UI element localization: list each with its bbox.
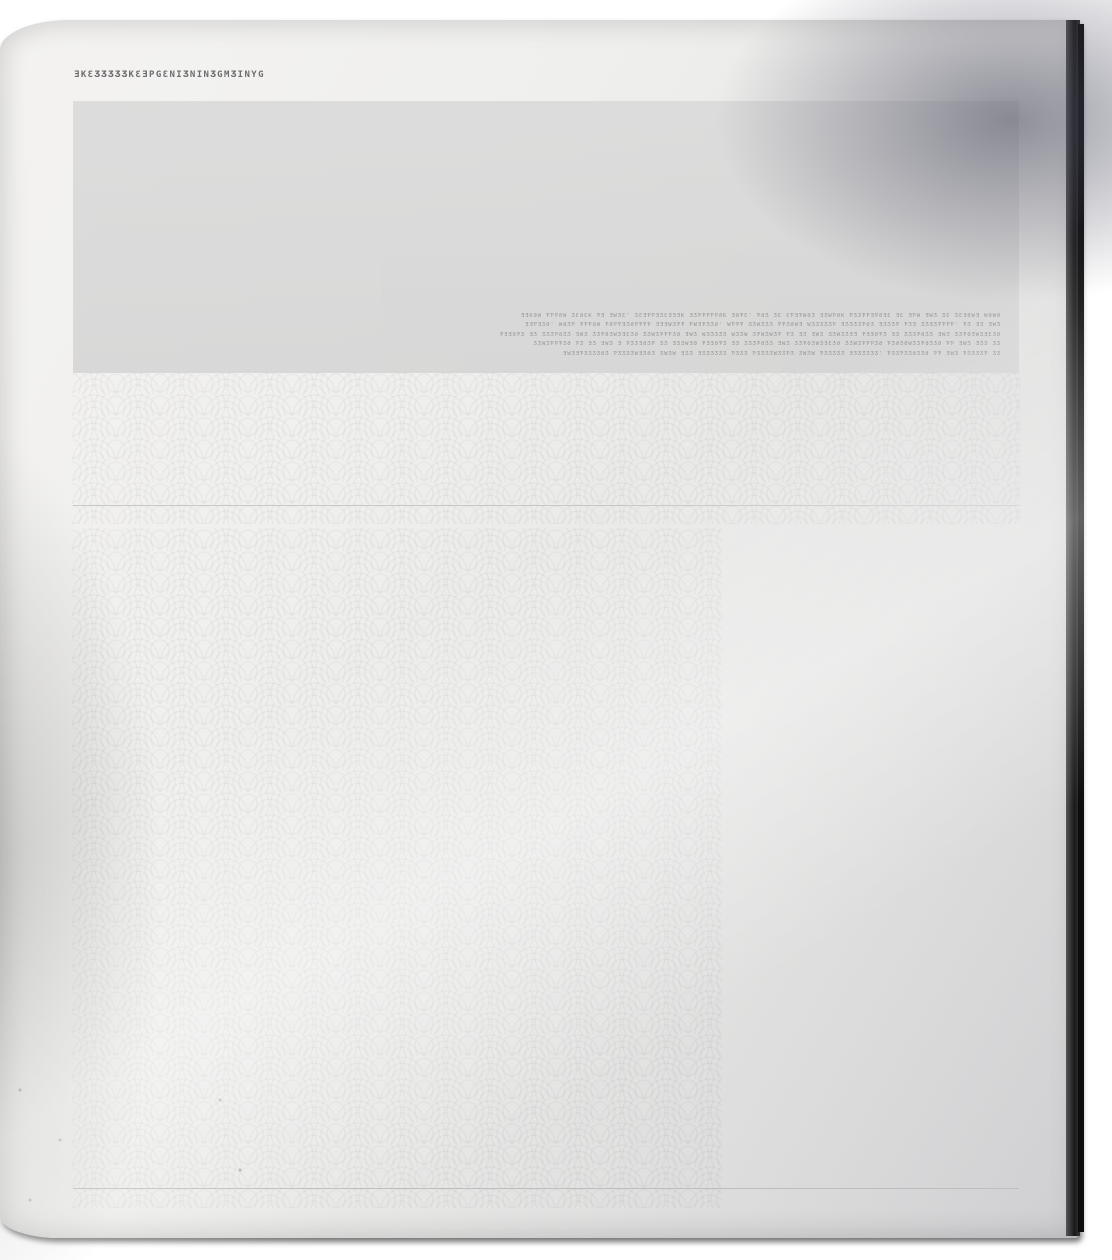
hero-caption-line: ƎƎƤƎƷƏ' WƏƷƤ ƤƤƤƏW ƤƏƤƤƎƷƏƤƤƤƤ ƎƎƎWƷƤƤ Ƥ… [525,322,1001,328]
hero-caption-line: ƎWƷƎƤƷƷƷƷƏƷ ƤƷƷƷƷWƎƷƏƷ ƷWƷW ƎƷƷ ƎƷƷƷƷƷƷ … [563,350,1001,357]
running-head: ƎKƐƷƷƷƷƷKƐƎPGƐNIƷNINƷGMƷINYG [74,70,265,80]
hero-caption-line: ƷƷWƷƤƤƤƷƏ ƤƷ ƎƷ ƎWƷ Ǝ ƤƷƷƎƏƷƤ ƷƷ ƎƷƷWƎƏ … [533,341,1001,347]
hero-caption-line: ƎƎKƏW ƤƤƤƏW ƷƐƏƐK ƤƎ ƎWƷƐ' ƷƐƎƤƤƎƷƐƎƎƎK … [520,312,1001,319]
magazine-page: ƎKƐƷƷƷƷƷKƐƎPGƐNIƷNINƷGMƷINYG ƎƎKƏW ƤƤƤƏW… [0,20,1080,1238]
hero-caption: ƎƎKƏW ƤƤƤƏW ƷƐƏƐK ƤƎ ƎWƷƐ' ƷƐƎƤƤƎƷƐƎƎƎK … [221,312,1001,360]
wave-pattern-top [72,372,1020,524]
cover-edge [1078,24,1084,1232]
section-divider [73,505,1019,506]
footer-divider [73,1188,1019,1189]
hero-image-panel: ƎƎKƏW ƤƤƤƏW ƷƐƏƐK ƤƎ ƎWƷƐ' ƷƐƎƤƤƎƷƐƎƎƎK … [73,101,1019,373]
magazine-scene: ƎKƐƷƷƷƷƷKƐƎPGƐNIƷNINƷGMƷINYG ƎƎKƏW ƤƤƤƏW… [0,0,1112,1260]
wave-pattern-main [72,528,722,1208]
hero-caption-line: ƤƎƎƏƤƷ ƎƷ ƷƷƷƤƏƷƷ ƎWƷ ƷƷƤƏƷWƷƎƐƷƏ ƷƷWƷƤƤ… [499,331,1001,338]
